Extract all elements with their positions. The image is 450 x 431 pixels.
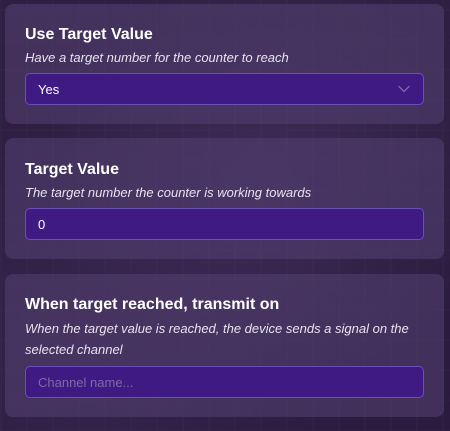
transmit-description: When the target value is reached, the de… [25, 321, 409, 357]
use-target-value-select[interactable]: Yes [25, 73, 424, 105]
chevron-down-icon [397, 82, 411, 96]
transmit-panel: When target reached, transmit on When th… [5, 274, 444, 417]
use-target-value-panel: Use Target Value Have a target number fo… [5, 4, 444, 124]
target-value-input[interactable] [25, 208, 424, 240]
use-target-value-title: Use Target Value [25, 26, 153, 43]
use-target-value-selected: Yes [38, 81, 60, 97]
channel-name-input[interactable] [25, 366, 424, 398]
transmit-title: When target reached, transmit on [25, 296, 280, 313]
target-value-panel: Target Value The target number the count… [5, 138, 444, 259]
use-target-value-description: Have a target number for the counter to … [25, 50, 289, 65]
target-value-title: Target Value [25, 161, 119, 178]
target-value-description: The target number the counter is working… [25, 185, 312, 200]
